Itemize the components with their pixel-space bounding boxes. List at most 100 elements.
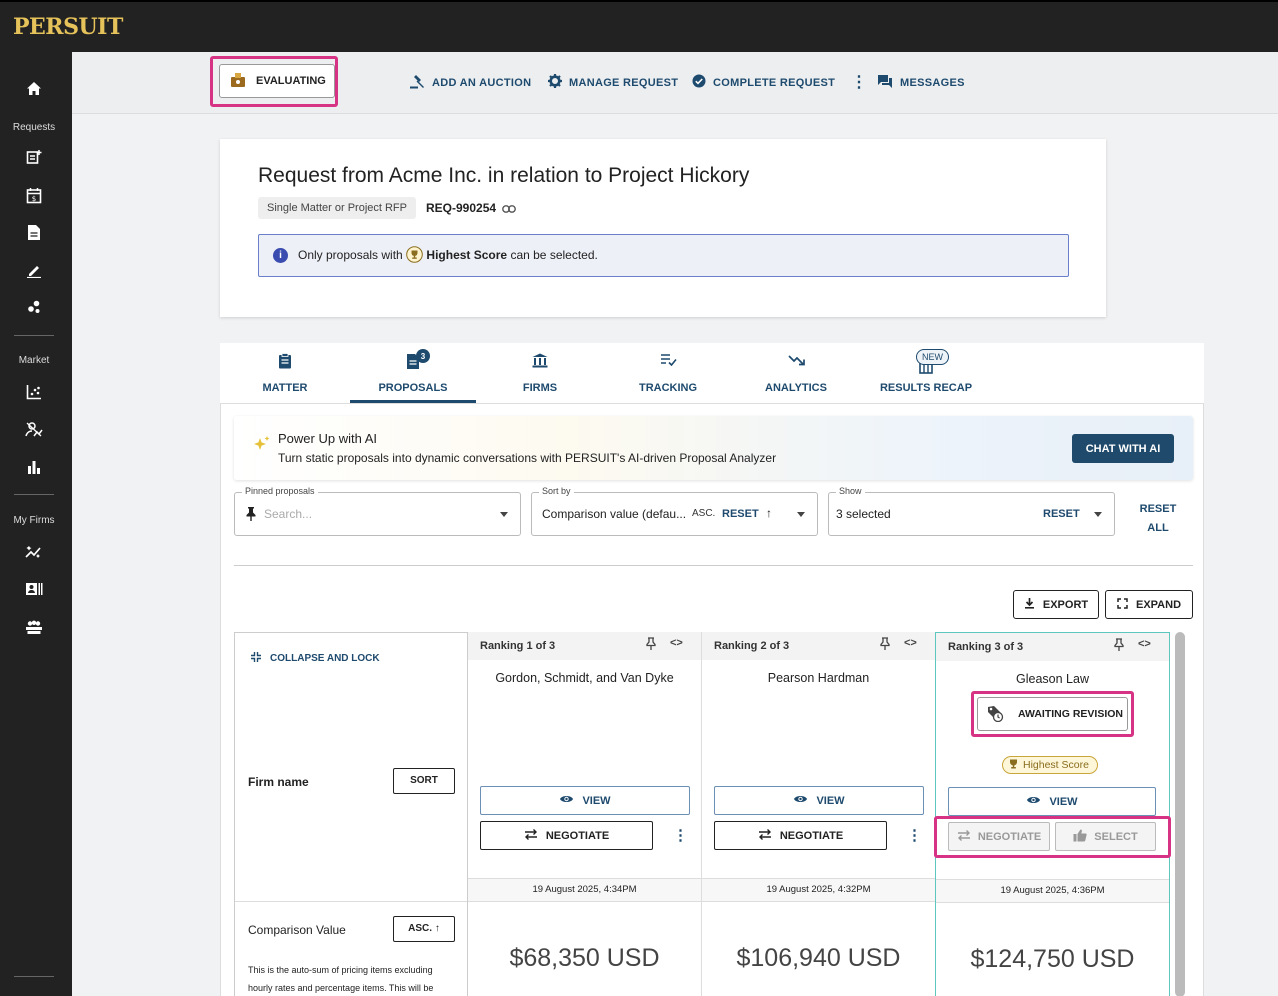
add-auction-button[interactable]: ADD AN AUCTION — [410, 74, 531, 92]
evaluating-status-button[interactable]: EVALUATING — [219, 64, 335, 98]
submitted-date: 19 August 2025, 4:36PM — [936, 879, 1169, 903]
tab-analytics-label: ANALYTICS — [765, 382, 827, 394]
sidebar-section-market: Market — [18, 355, 50, 366]
tab-matter[interactable]: MATTER — [221, 343, 349, 403]
tab-firms[interactable]: FIRMS — [476, 343, 604, 403]
view-button[interactable]: VIEW — [714, 786, 924, 815]
evaluating-icon — [230, 72, 246, 91]
people-group-icon[interactable] — [22, 615, 46, 639]
sidebar-divider — [14, 976, 54, 977]
pin-icon[interactable] — [646, 637, 656, 653]
select-button-disabled[interactable]: SELECT — [1055, 822, 1156, 851]
tab-proposals-label: PROPOSALS — [378, 382, 448, 394]
proposal-column-highlighted: Ranking 3 of 3 <> Gleason Law AWAITING R… — [934, 632, 1171, 996]
pinned-proposals-label: Pinned proposals — [242, 486, 318, 496]
tab-results-recap[interactable]: NEW RESULTS RECAP — [862, 343, 990, 403]
tab-proposals[interactable]: 3 PROPOSALS — [349, 343, 477, 403]
clipboard-icon — [221, 353, 349, 374]
code-arrows-icon[interactable]: <> — [904, 637, 917, 649]
building-icon — [476, 353, 604, 373]
messages-button[interactable]: MESSAGES — [877, 74, 965, 92]
pin-icon[interactable] — [1114, 638, 1124, 654]
table-scrollbar[interactable] — [1175, 632, 1185, 996]
firm-name: Gleason Law — [1016, 672, 1089, 686]
code-arrows-icon[interactable]: <> — [1138, 638, 1151, 650]
expand-button[interactable]: EXPAND — [1105, 590, 1193, 619]
firm-name: Gordon, Schmidt, and Van Dyke — [495, 671, 674, 685]
sort-by-select[interactable]: Sort by Comparison value (defau... ASC. … — [531, 486, 818, 536]
select-label: SELECT — [1094, 830, 1138, 843]
sort-firm-name-button[interactable]: SORT — [393, 768, 455, 794]
home-icon[interactable] — [22, 76, 46, 100]
view-button[interactable]: VIEW — [480, 786, 690, 815]
pinned-proposals-select[interactable]: Pinned proposals Search... — [234, 486, 521, 536]
document-icon[interactable] — [22, 220, 46, 244]
eye-icon — [1026, 795, 1041, 808]
proposals-icon — [349, 353, 477, 374]
comparison-value: $106,940 USD — [736, 944, 901, 972]
ranking-label: Ranking 3 of 3 — [948, 641, 1024, 653]
workflow-icon[interactable] — [22, 295, 46, 319]
sort-reset-button[interactable]: RESET — [722, 508, 759, 520]
firm-name: Pearson Hardman — [767, 671, 870, 685]
export-label: EXPORT — [1042, 598, 1089, 611]
swap-arrows-icon — [957, 829, 971, 844]
show-select[interactable]: Show 3 selected RESET — [828, 486, 1115, 536]
eye-icon — [793, 794, 808, 807]
arrow-up-icon[interactable]: ↑ — [766, 506, 772, 520]
manage-request-label: MANAGE REQUEST — [569, 76, 679, 89]
chevron-down-icon[interactable] — [797, 512, 805, 517]
comparison-value-sort-button[interactable]: ASC. ↑ — [393, 916, 455, 942]
reset-all-button[interactable]: RESET ALL — [1131, 500, 1185, 538]
bar-chart-icon[interactable] — [22, 455, 46, 479]
chevron-down-icon[interactable] — [1094, 512, 1102, 517]
code-arrows-icon[interactable]: <> — [670, 637, 683, 649]
more-options-icon[interactable]: ⋮ — [673, 826, 688, 844]
new-request-icon[interactable] — [22, 145, 46, 169]
tab-analytics[interactable]: ANALYTICS — [732, 343, 860, 403]
comparison-value-note: This is the auto-sum of pricing items ex… — [248, 965, 434, 993]
negotiate-button[interactable]: NEGOTIATE — [714, 821, 887, 850]
negotiate-button-disabled[interactable]: NEGOTIATE — [948, 822, 1050, 851]
pin-icon[interactable] — [880, 637, 890, 653]
awaiting-revision-label: AWAITING REVISION — [1018, 708, 1124, 720]
sidebar-divider — [14, 335, 54, 336]
negotiate-button[interactable]: NEGOTIATE — [480, 821, 653, 850]
info-text: Only proposals with Highest Score can be… — [298, 245, 598, 266]
person-chart-icon[interactable] — [22, 417, 46, 441]
calendar-dollar-icon[interactable]: $ — [22, 183, 46, 207]
expand-label: EXPAND — [1135, 598, 1182, 611]
signature-icon[interactable] — [22, 258, 46, 282]
persuit-logo[interactable]: PERSUIT — [13, 14, 123, 40]
trend-stars-icon[interactable] — [22, 540, 46, 564]
reset-all-line1: RESET — [1139, 503, 1177, 515]
proposal-column: Ranking 1 of 3 <> Gordon, Schmidt, and V… — [468, 632, 702, 996]
swap-arrows-icon — [758, 828, 772, 843]
manage-request-button[interactable]: MANAGE REQUEST — [548, 74, 678, 91]
chat-with-ai-button[interactable]: CHAT WITH AI — [1072, 434, 1174, 463]
show-reset-button[interactable]: RESET — [1043, 508, 1080, 520]
request-tabs: MATTER 3 PROPOSALS FIRMS TRACKING ANALYT… — [220, 343, 1204, 403]
proposal-column-header: Ranking 2 of 3 <> — [702, 632, 935, 660]
request-action-bar: EVALUATING ADD AN AUCTION MANAGE REQUEST… — [72, 52, 1278, 114]
show-value: 3 selected — [836, 507, 891, 521]
pinned-proposals-search[interactable]: Search... — [264, 507, 312, 521]
view-button[interactable]: VIEW — [948, 787, 1156, 816]
complete-request-button[interactable]: COMPLETE REQUEST — [692, 74, 835, 91]
sparkle-icon — [252, 434, 272, 461]
scatter-chart-icon[interactable] — [22, 380, 46, 404]
contact-card-icon[interactable] — [22, 577, 46, 601]
proposals-panel: Power Up with AI Turn static proposals i… — [220, 403, 1204, 996]
link-icon[interactable] — [502, 202, 517, 216]
more-options-icon[interactable]: ⋮ — [907, 826, 922, 844]
chevron-down-icon[interactable] — [500, 512, 508, 517]
export-button[interactable]: EXPORT — [1013, 590, 1099, 619]
awaiting-revision-status[interactable]: AWAITING REVISION — [977, 697, 1128, 731]
submitted-date: 19 August 2025, 4:32PM — [702, 878, 935, 902]
proposals-comparison-table: COLLAPSE AND LOCK Firm name SORT Compari… — [234, 632, 1180, 996]
trending-down-icon — [732, 353, 860, 371]
tab-tracking[interactable]: TRACKING — [604, 343, 732, 403]
proposal-column-header: Ranking 1 of 3 <> — [468, 632, 701, 660]
collapse-and-lock-button[interactable]: COLLAPSE AND LOCK — [251, 652, 380, 665]
more-options-icon[interactable]: ⋮ — [851, 72, 867, 92]
